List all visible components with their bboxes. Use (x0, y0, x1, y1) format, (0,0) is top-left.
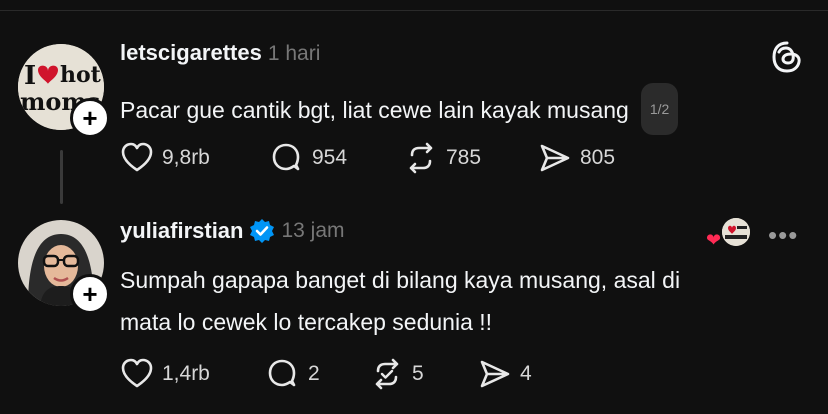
repost-icon (375, 358, 399, 390)
repost-icon (409, 142, 433, 174)
post-text-content: Pacar gue cantik bgt, liat cewe lain kay… (120, 97, 629, 124)
username[interactable]: letscigarettes (120, 40, 262, 65)
liked-heart-icon: ❤ (706, 230, 722, 250)
share-count: 805 (580, 146, 616, 169)
post-text-line-2: mata lo cewek lo tercakep sedunia !! (120, 309, 493, 335)
like-count: 9,8rb (162, 146, 210, 169)
author-avatar-wrap[interactable]: + (18, 220, 110, 314)
page-badge: 1/2 (640, 83, 679, 135)
reply-button[interactable]: 2 (266, 357, 370, 391)
post-actions: 1,4rb 2 5 4 (120, 357, 532, 391)
like-count: 1,4rb (162, 362, 210, 385)
repost-button[interactable]: 785 (404, 141, 538, 175)
send-icon (540, 144, 570, 172)
repost-count: 785 (446, 146, 482, 169)
author-avatar-wrap[interactable]: I hot moms + (18, 44, 110, 138)
reply-button[interactable]: 954 (270, 141, 404, 175)
follow-plus-button[interactable]: + (70, 98, 110, 138)
follow-plus-button[interactable]: + (70, 274, 110, 314)
threads-logo-icon[interactable] (770, 40, 804, 74)
more-options-button[interactable]: ••• (768, 222, 798, 248)
liked-by-author-avatar (722, 218, 750, 246)
like-button[interactable]: 1,4rb (120, 357, 266, 391)
heart-icon (121, 358, 153, 388)
speech-bubble-icon (272, 143, 300, 171)
post-text-line-1: Sumpah gapapa banget di bilang kaya musa… (120, 267, 681, 293)
post-time: 13 jam (281, 219, 345, 242)
share-button[interactable]: 4 (478, 357, 532, 391)
repost-button[interactable]: 5 (370, 357, 478, 391)
svg-text:hot: hot (60, 62, 102, 88)
reply-count: 2 (308, 362, 320, 385)
like-button[interactable]: 9,8rb (120, 141, 270, 175)
thread-line (60, 150, 63, 204)
post-time: 1 hari (267, 42, 321, 65)
share-count: 4 (520, 362, 532, 385)
reply-count: 954 (312, 146, 348, 169)
heart-icon (121, 142, 153, 172)
share-button[interactable]: 805 (538, 141, 615, 175)
verified-badge-icon (250, 219, 275, 243)
send-icon (480, 360, 510, 388)
post-text: Sumpah gapapa banget di bilang kaya musa… (120, 260, 810, 342)
post-header: yuliafirstian 13 jam (120, 218, 345, 244)
post-actions: 9,8rb 954 785 805 (120, 141, 615, 175)
username[interactable]: yuliafirstian (120, 218, 243, 244)
speech-bubble-icon (268, 359, 296, 387)
post-header: letscigarettes 1 hari (120, 40, 320, 66)
top-divider (0, 0, 828, 11)
repost-count: 5 (412, 362, 424, 385)
post-text: Pacar gue cantik bgt, liat cewe lain kay… (120, 83, 810, 138)
